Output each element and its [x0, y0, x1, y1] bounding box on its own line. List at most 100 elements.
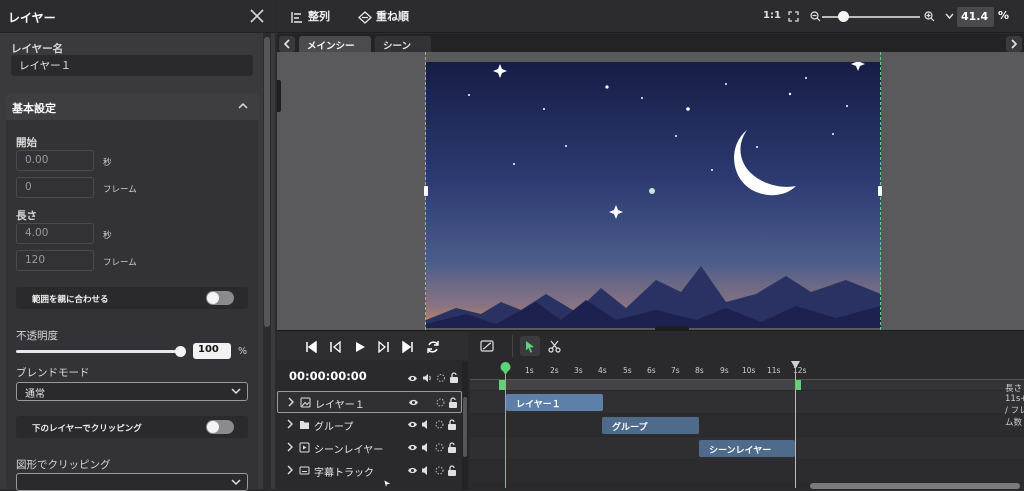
speaker-icon[interactable]	[422, 373, 432, 383]
chevron-right-icon[interactable]	[285, 465, 295, 475]
chevron-down-icon	[231, 479, 241, 486]
play-icon[interactable]	[354, 341, 366, 353]
skip-to-start-icon[interactable]	[305, 341, 317, 353]
graph-editor-icon[interactable]	[480, 340, 494, 352]
close-icon[interactable]	[249, 8, 265, 24]
eye-icon[interactable]	[407, 465, 418, 476]
clip-below-switch[interactable]	[206, 420, 234, 434]
blend-mode-select[interactable]: 通常	[16, 382, 248, 401]
zoom-slider-track[interactable]	[822, 16, 920, 18]
layer-properties-panel: レイヤー レイヤー名 レイヤー１ 基本設定 開始 0.00 秒 0 フレーム 長…	[0, 0, 275, 491]
ruler-tick: 11s	[767, 366, 781, 375]
track-name: 字幕トラック	[314, 468, 374, 479]
fit-range-switch[interactable]	[206, 291, 234, 305]
work-area-end-handle[interactable]	[795, 380, 801, 390]
track-row-layer1[interactable]: レイヤー１	[277, 391, 462, 413]
lock-icon[interactable]	[447, 442, 458, 453]
clip-scene-layer[interactable]: シーンレイヤー	[699, 440, 795, 457]
resize-handle-right[interactable]	[878, 186, 882, 196]
clip-shape-select[interactable]	[16, 473, 248, 491]
zoom-in-icon[interactable]	[924, 11, 935, 22]
scissors-icon[interactable]	[548, 340, 561, 353]
scrollbar-thumb[interactable]	[463, 397, 467, 457]
track-list-scrollbar[interactable]	[462, 361, 468, 490]
solo-icon[interactable]	[434, 442, 445, 453]
basic-settings-header[interactable]: 基本設定	[6, 93, 259, 120]
work-area-range[interactable]	[500, 380, 795, 390]
solo-icon[interactable]	[436, 373, 446, 383]
clip-below-toggle-row[interactable]: 下のレイヤーでクリッピング	[16, 416, 248, 438]
opacity-value-field[interactable]: 100	[193, 343, 231, 359]
layer-name-field[interactable]: レイヤー１	[11, 55, 253, 76]
chevron-right-icon[interactable]	[286, 397, 296, 407]
zoom-slider-thumb[interactable]	[838, 11, 849, 22]
solo-icon[interactable]	[434, 419, 445, 430]
chevron-right-icon[interactable]	[285, 419, 295, 429]
step-back-icon[interactable]	[329, 341, 341, 353]
solo-icon[interactable]	[435, 397, 446, 408]
lock-icon[interactable]	[447, 465, 458, 476]
scrollbar-thumb[interactable]	[264, 37, 270, 327]
length-frames-field[interactable]: 120	[16, 250, 94, 271]
panel-scrollbar[interactable]	[263, 33, 271, 489]
scene-tabs: メインシーン シーン	[277, 34, 1024, 66]
chevron-right-icon	[1011, 39, 1018, 49]
ruler-tick: 4s	[598, 366, 607, 375]
loop-icon[interactable]	[426, 340, 440, 354]
step-forward-icon[interactable]	[378, 341, 390, 353]
ruler-tick: 5s	[623, 366, 632, 375]
track-row-scene-layer[interactable]: シーンレイヤー	[277, 437, 462, 459]
unlock-icon[interactable]	[448, 397, 459, 408]
tab-main-scene[interactable]: メインシーン	[299, 36, 371, 66]
fit-screen-icon[interactable]	[788, 11, 799, 22]
solo-icon[interactable]	[434, 465, 445, 476]
eye-icon[interactable]	[407, 419, 418, 430]
track-row-group[interactable]: グループ	[277, 414, 462, 436]
eye-icon[interactable]	[407, 374, 418, 383]
zoom-out-icon[interactable]	[810, 11, 821, 22]
skip-to-end-icon[interactable]	[402, 341, 414, 353]
transport-controls	[277, 332, 468, 360]
zoom-dropdown-icon[interactable]	[945, 13, 954, 20]
speaker-icon[interactable]	[421, 442, 432, 453]
clip-layer1[interactable]: レイヤー１	[506, 394, 603, 411]
align-button[interactable]: 整列	[291, 8, 330, 24]
lock-icon[interactable]	[447, 419, 458, 430]
start-seconds-field[interactable]: 0.00	[16, 150, 94, 171]
length-seconds-field[interactable]: 4.00	[16, 223, 94, 244]
select-tool-button[interactable]	[520, 336, 540, 356]
lock-icon[interactable]	[449, 372, 459, 383]
fit-range-toggle-row[interactable]: 範囲を親に合わせる	[16, 287, 248, 309]
zoom-value-field[interactable]: 41.4	[957, 7, 994, 27]
tab-scroll-right-button[interactable]	[1006, 36, 1022, 52]
eye-icon[interactable]	[407, 442, 418, 453]
length-label: 長さ	[16, 210, 37, 222]
panel-resize-handle[interactable]	[277, 80, 281, 112]
arrow-cursor-icon	[384, 480, 392, 488]
order-button[interactable]: 重ね順	[358, 8, 409, 24]
speaker-icon[interactable]	[421, 419, 432, 430]
opacity-slider-track[interactable]	[16, 350, 182, 353]
resize-handle-left[interactable]	[424, 186, 428, 196]
scene-canvas[interactable]	[426, 62, 881, 328]
track-row-subtitle[interactable]: 字幕トラック	[277, 460, 462, 482]
zoom-one-to-one-button[interactable]: 1:1	[763, 10, 781, 21]
eye-icon[interactable]	[408, 397, 419, 408]
speaker-icon[interactable]	[421, 465, 432, 476]
timeline-grid[interactable]: 1s 2s 3s 4s 5s 6s 7s 8s 9s 10s 11s 12s 長…	[470, 359, 1024, 490]
preview-area[interactable]	[277, 52, 1024, 330]
playhead-handle[interactable]	[499, 361, 512, 375]
opacity-slider-thumb[interactable]	[175, 346, 186, 357]
align-label: 整列	[308, 10, 330, 23]
chevron-right-icon[interactable]	[285, 442, 295, 452]
timeline-h-scrollbar[interactable]	[810, 483, 1020, 489]
start-frames-unit: フレーム	[103, 185, 137, 195]
tab-scroll-left-button[interactable]	[279, 36, 295, 52]
start-frames-field[interactable]: 0	[16, 177, 94, 198]
clip-group[interactable]: グループ	[602, 417, 699, 434]
end-marker-icon[interactable]	[791, 361, 800, 369]
work-area-start-handle[interactable]	[499, 380, 505, 390]
tab-scene[interactable]: シーン	[375, 36, 431, 52]
timecode-display: 00:00:00:00	[289, 369, 367, 383]
clip-below-label: 下のレイヤーでクリッピング	[32, 424, 142, 434]
